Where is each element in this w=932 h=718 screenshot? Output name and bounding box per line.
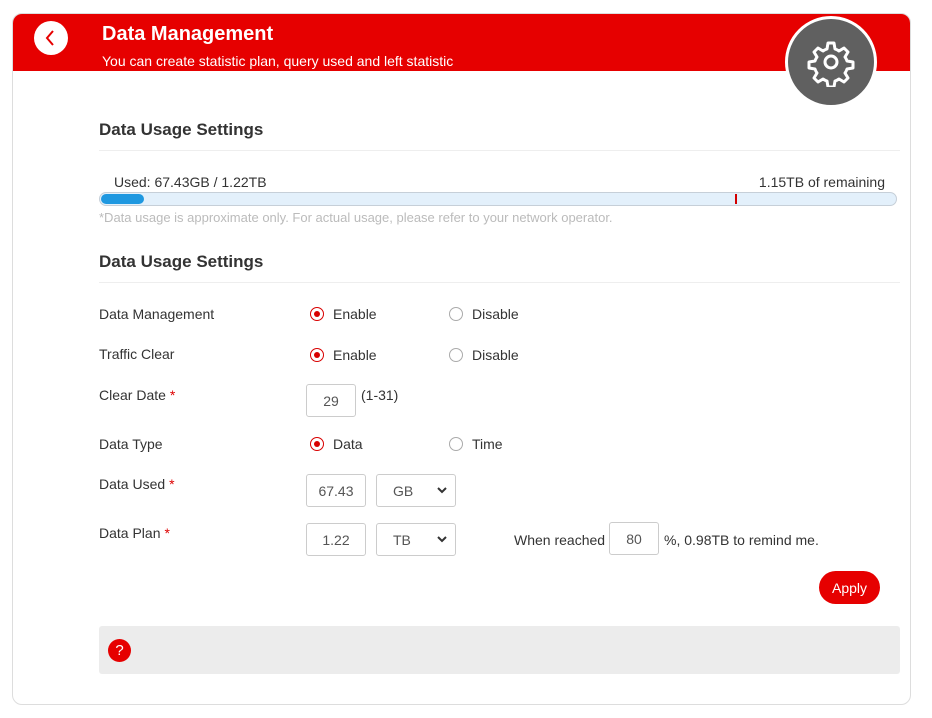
radio-checked-icon — [310, 307, 324, 321]
divider — [99, 282, 900, 283]
reminder-prefix: When reached — [514, 532, 606, 548]
reminder-suffix: %, 0.98TB to remind me. — [664, 532, 819, 548]
data-plan-input[interactable]: 1.22 — [306, 523, 366, 556]
data-used-unit-select[interactable]: GB — [376, 474, 456, 507]
traffic-clear-enable-radio[interactable]: Enable — [310, 347, 377, 363]
radio-checked-icon — [310, 348, 324, 362]
data-used-input[interactable]: 67.43 — [306, 474, 366, 507]
gear-icon — [785, 16, 877, 108]
usage-progress-bar — [99, 192, 897, 206]
radio-checked-icon — [310, 437, 324, 451]
help-panel: ? — [99, 626, 900, 674]
data-plan-label: Data Plan * — [99, 525, 170, 541]
chevron-down-icon — [437, 487, 447, 494]
reminder-percent-input[interactable]: 80 — [609, 522, 659, 555]
header-banner: Data Management You can create statistic… — [13, 14, 910, 71]
data-management-disable-radio[interactable]: Disable — [449, 306, 519, 322]
apply-button[interactable]: Apply — [819, 571, 880, 604]
remaining-text: 1.15TB of remaining — [758, 174, 885, 190]
data-used-label: Data Used * — [99, 476, 175, 492]
settings-section-title: Data Usage Settings — [99, 252, 264, 271]
radio-unchecked-icon — [449, 437, 463, 451]
reminder-marker — [735, 194, 737, 204]
help-icon[interactable]: ? — [108, 639, 131, 662]
chevron-down-icon — [437, 536, 447, 543]
clear-date-label: Clear Date * — [99, 387, 176, 403]
usage-progress-fill — [101, 194, 144, 204]
back-button[interactable] — [34, 21, 68, 55]
divider — [99, 150, 900, 151]
data-type-time-radio[interactable]: Time — [449, 436, 503, 452]
usage-section-title: Data Usage Settings — [99, 120, 264, 139]
usage-note: *Data usage is approximate only. For act… — [99, 210, 613, 225]
page-subtitle: You can create statistic plan, query use… — [102, 53, 454, 69]
traffic-clear-disable-radio[interactable]: Disable — [449, 347, 519, 363]
clear-date-hint: (1-31) — [361, 387, 399, 403]
clear-date-input[interactable]: 29 — [306, 384, 356, 417]
data-management-label: Data Management — [99, 306, 215, 322]
data-plan-unit-select[interactable]: TB — [376, 523, 456, 556]
traffic-clear-label: Traffic Clear — [99, 346, 175, 362]
chevron-left-icon — [45, 30, 54, 46]
radio-unchecked-icon — [449, 348, 463, 362]
data-type-data-radio[interactable]: Data — [310, 436, 363, 452]
page-title: Data Management — [102, 23, 274, 45]
used-text: Used: 67.43GB / 1.22TB — [114, 174, 267, 190]
radio-unchecked-icon — [449, 307, 463, 321]
data-type-label: Data Type — [99, 436, 163, 452]
data-management-enable-radio[interactable]: Enable — [310, 306, 377, 322]
